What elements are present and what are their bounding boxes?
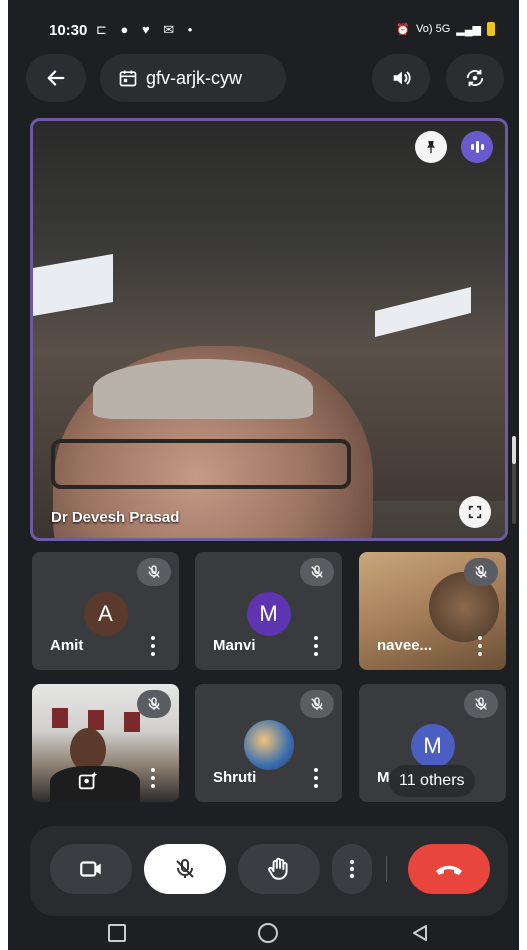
signal-icon: ▂▄▆ bbox=[456, 23, 481, 36]
camera-toggle-button[interactable] bbox=[50, 844, 132, 894]
arrow-left-icon bbox=[47, 70, 65, 86]
participant-tile[interactable]: navee... bbox=[359, 552, 506, 670]
wall-poster bbox=[124, 712, 140, 732]
more-options-icon[interactable] bbox=[145, 636, 161, 656]
controls-divider bbox=[386, 856, 387, 882]
participant-hair bbox=[93, 359, 313, 419]
speaker-button[interactable] bbox=[372, 54, 430, 102]
scroll-indicator[interactable] bbox=[512, 436, 516, 524]
avatar: A bbox=[83, 592, 128, 636]
effects-icon[interactable] bbox=[76, 770, 100, 792]
participant-tile[interactable]: Shruti bbox=[195, 684, 342, 802]
video-camera-icon bbox=[80, 861, 101, 877]
more-options-icon[interactable] bbox=[308, 768, 324, 788]
participant-name: Shruti bbox=[213, 769, 257, 786]
camera-flip-icon bbox=[466, 69, 484, 87]
participant-name: navee... bbox=[377, 637, 433, 654]
meeting-code: gfv-arjk-cyw bbox=[146, 67, 243, 88]
fullscreen-button[interactable] bbox=[459, 496, 491, 528]
mic-off-icon bbox=[137, 558, 171, 586]
mic-toggle-button[interactable] bbox=[144, 844, 226, 894]
participant-name: Amit bbox=[50, 637, 84, 654]
phone-screen: 10:30 ⊏ ● ♥ ✉ • ⏰ Vo) 5G ▂▄▆ gfv-arjk-cy… bbox=[8, 0, 519, 950]
speaker-icon bbox=[393, 71, 411, 85]
mic-off-icon bbox=[300, 690, 334, 718]
status-time: 10:30 bbox=[49, 22, 88, 39]
pin-button[interactable] bbox=[415, 131, 447, 163]
more-options-button[interactable] bbox=[332, 844, 372, 894]
battery-icon bbox=[487, 22, 495, 36]
end-call-button[interactable] bbox=[408, 844, 490, 894]
others-count-chip[interactable]: 11 others bbox=[389, 765, 475, 797]
participant-tile[interactable]: A Amit bbox=[32, 552, 179, 670]
fullscreen-icon bbox=[468, 505, 482, 519]
participant-tile[interactable]: M Manvi bbox=[195, 552, 342, 670]
main-speaker-video[interactable]: Dr Devesh Prasad bbox=[30, 118, 508, 541]
nav-back-icon[interactable] bbox=[410, 923, 430, 943]
notification-icons: ⊏ ● ♥ ✉ • bbox=[96, 22, 198, 37]
avatar: M bbox=[246, 592, 291, 636]
mic-off-icon bbox=[464, 690, 498, 718]
hand-icon bbox=[268, 857, 288, 880]
mic-off-icon bbox=[137, 690, 171, 718]
more-vert-icon bbox=[349, 859, 355, 879]
participant-glasses bbox=[51, 439, 351, 489]
participant-tile[interactable] bbox=[32, 684, 179, 802]
home-button[interactable] bbox=[258, 923, 278, 943]
wall-poster bbox=[52, 708, 68, 728]
network-label: Vo) 5G bbox=[416, 23, 451, 35]
wall-poster bbox=[88, 710, 104, 730]
mic-off-icon bbox=[176, 859, 194, 878]
audio-level-indicator bbox=[461, 131, 493, 163]
status-right-icons: ⏰ Vo) 5G ▂▄▆ bbox=[396, 22, 495, 36]
calendar-icon bbox=[119, 70, 137, 87]
alarm-icon: ⏰ bbox=[396, 23, 411, 36]
avatar bbox=[243, 720, 294, 770]
pin-icon bbox=[427, 141, 435, 153]
ceiling-light bbox=[33, 253, 113, 317]
back-button[interactable] bbox=[26, 54, 86, 102]
call-controls-bar bbox=[30, 826, 508, 916]
more-options-icon[interactable] bbox=[472, 636, 488, 656]
system-nav-bar bbox=[8, 916, 519, 950]
more-options-icon[interactable] bbox=[145, 768, 161, 788]
participant-name: Manvi bbox=[213, 637, 256, 654]
mic-off-icon bbox=[300, 558, 334, 586]
meeting-info-button[interactable]: gfv-arjk-cyw bbox=[100, 54, 286, 102]
switch-camera-button[interactable] bbox=[446, 54, 504, 102]
status-bar: 10:30 ⊏ ● ♥ ✉ • ⏰ Vo) 5G ▂▄▆ bbox=[8, 0, 519, 44]
recents-button[interactable] bbox=[108, 924, 126, 942]
raise-hand-button[interactable] bbox=[238, 844, 320, 894]
hang-up-icon bbox=[436, 865, 462, 875]
ceiling-light bbox=[375, 287, 471, 337]
main-participant-name: Dr Devesh Prasad bbox=[51, 509, 180, 526]
avatar: M bbox=[410, 724, 455, 768]
mic-off-icon bbox=[464, 558, 498, 586]
more-options-icon[interactable] bbox=[308, 636, 324, 656]
